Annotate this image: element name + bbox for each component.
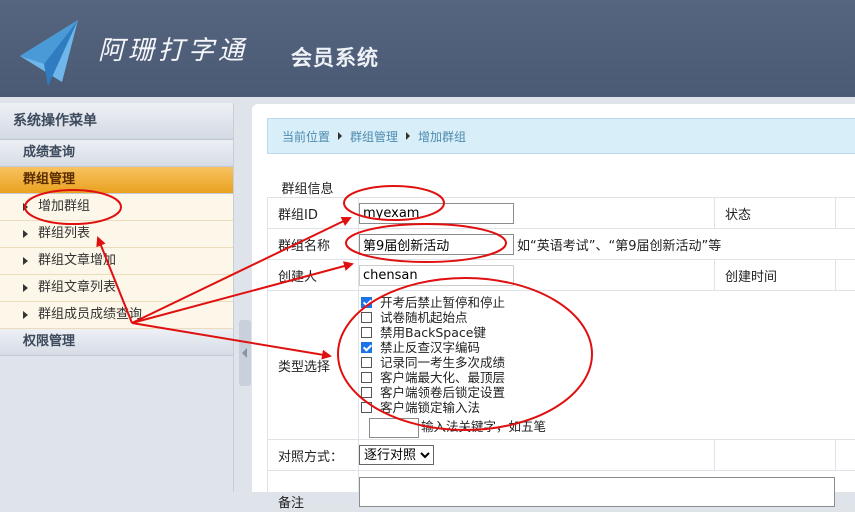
option-label: 禁止反查汉字编码 — [380, 340, 480, 355]
checkbox[interactable] — [361, 312, 372, 323]
option-row[interactable]: 禁止反查汉字编码 — [361, 340, 855, 355]
type-label: 类型选择 — [268, 291, 359, 440]
sidebar-item-add-group[interactable]: 增加群组 — [0, 194, 233, 221]
form-section-title: 群组信息 — [268, 178, 855, 198]
remark-label: 备注 — [268, 471, 359, 512]
remark-textarea[interactable] — [359, 477, 835, 507]
breadcrumb: 当前位置 群组管理 增加群组 — [267, 118, 855, 154]
paper-plane-logo-icon — [18, 18, 80, 88]
sidebar-group-score-query[interactable]: 成绩查询 — [0, 140, 233, 167]
checkbox-checked[interactable] — [361, 297, 372, 308]
sidebar-item-add-group-article[interactable]: 群组文章增加 — [0, 248, 233, 275]
sidebar-title: 系统操作菜单 — [0, 103, 233, 140]
triangle-right-icon — [338, 132, 342, 140]
sidebar-item-label: 群组文章列表 — [38, 280, 116, 295]
option-row[interactable]: 试卷随机起始点 — [361, 310, 855, 325]
type-options: 开考后禁止暂停和停止 试卷随机起始点 禁用BackSpace键 禁止反查汉字编码… — [359, 291, 855, 440]
option-label: 试卷随机起始点 — [380, 310, 468, 325]
group-id-label: 群组ID — [268, 198, 359, 229]
group-name-label: 群组名称 — [268, 229, 359, 260]
compare-label: 对照方式： — [268, 440, 359, 471]
create-time-label: 创建时间 — [715, 260, 836, 291]
option-label: 记录同一考生多次成绩 — [380, 355, 505, 370]
option-label: 禁用BackSpace键 — [380, 325, 486, 340]
sidebar-item-label: 群组成员成绩查询 — [38, 307, 142, 322]
group-id-input[interactable] — [359, 203, 514, 224]
sidebar-item-member-score-query[interactable]: 群组成员成绩查询 — [0, 302, 233, 329]
creator-label: 创建人 — [268, 260, 359, 291]
status-value — [836, 198, 855, 229]
sidebar-item-label: 群组文章增加 — [38, 253, 116, 268]
checkbox[interactable] — [361, 372, 372, 383]
triangle-right-icon — [23, 284, 28, 292]
sidebar-collapse-handle[interactable] — [239, 320, 251, 386]
ime-keyword-input[interactable] — [369, 418, 419, 438]
option-row[interactable]: 客户端最大化、最顶层 — [361, 370, 855, 385]
creator-input[interactable] — [359, 265, 514, 286]
option-label: 客户端领卷后锁定设置 — [380, 385, 505, 400]
main-panel: 当前位置 群组管理 增加群组 群组信息 群组ID 状态 群组名称 如“英语考试”、“… — [252, 104, 855, 492]
checkbox[interactable] — [361, 402, 372, 413]
group-name-input[interactable] — [359, 234, 514, 255]
sidebar-item-label: 群组列表 — [38, 226, 90, 241]
triangle-right-icon — [23, 203, 28, 211]
sidebar-item-label: 增加群组 — [38, 199, 90, 214]
sidebar-item-group-list[interactable]: 群组列表 — [0, 221, 233, 248]
option-row[interactable]: 记录同一考生多次成绩 — [361, 355, 855, 370]
group-name-hint: 如“英语考试”、“第9届创新活动”等 — [517, 239, 721, 254]
breadcrumb-link-group-management[interactable]: 群组管理 — [350, 130, 398, 144]
empty-cell — [715, 440, 836, 471]
triangle-right-icon — [23, 311, 28, 319]
checkbox[interactable] — [361, 327, 372, 338]
option-label: 客户端最大化、最顶层 — [380, 370, 505, 385]
breadcrumb-prefix: 当前位置 — [282, 130, 330, 144]
create-time-value — [836, 260, 855, 291]
logo-text: 阿珊打字通 — [98, 30, 248, 67]
system-title: 会员系统 — [291, 42, 379, 72]
sidebar-item-group-article-list[interactable]: 群组文章列表 — [0, 275, 233, 302]
group-form: 群组信息 群组ID 状态 群组名称 如“英语考试”、“第9届创新活动”等 创建人… — [267, 178, 855, 512]
option-row[interactable]: 客户端锁定输入法 — [361, 400, 855, 415]
checkbox[interactable] — [361, 357, 372, 368]
breadcrumb-current: 增加群组 — [418, 130, 466, 144]
empty-cell — [836, 440, 855, 471]
triangle-right-icon — [23, 257, 28, 265]
option-row[interactable]: 开考后禁止暂停和停止 — [361, 295, 855, 310]
sidebar-group-permission-management[interactable]: 权限管理 — [0, 329, 233, 356]
sidebar-group-group-management[interactable]: 群组管理 — [0, 167, 233, 194]
option-row[interactable]: 客户端领卷后锁定设置 — [361, 385, 855, 400]
triangle-right-icon — [23, 230, 28, 238]
status-label: 状态 — [715, 198, 836, 229]
checkbox[interactable] — [361, 387, 372, 398]
checkbox-checked[interactable] — [361, 342, 372, 353]
app-header: 阿珊打字通 会员系统 — [0, 0, 855, 97]
triangle-right-icon — [406, 132, 410, 140]
option-label: 开考后禁止暂停和停止 — [380, 295, 505, 310]
sidebar: 系统操作菜单 成绩查询 群组管理 增加群组 群组列表 群组文章增加 群组文章列表… — [0, 103, 234, 492]
option-label: 客户端锁定输入法 — [380, 400, 480, 415]
option-row[interactable]: 禁用BackSpace键 — [361, 325, 855, 340]
chevron-left-icon — [242, 348, 247, 358]
compare-mode-select[interactable]: 逐行对照 — [359, 445, 434, 465]
ime-hint: 输入法关键字，如五笔 — [421, 419, 546, 434]
